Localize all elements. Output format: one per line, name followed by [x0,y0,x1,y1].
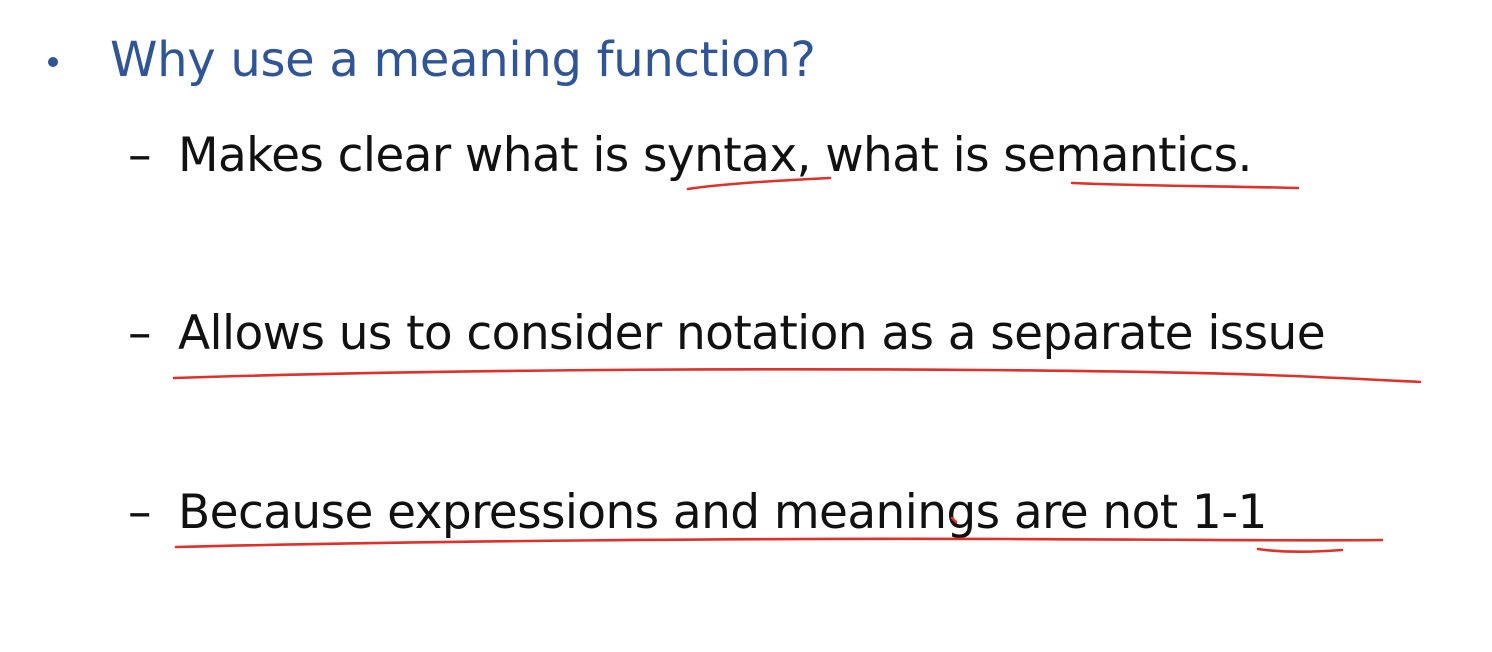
bullet-dot-icon [48,57,58,67]
sub-point-3: – Because expressions and meanings are n… [128,485,1267,540]
dash-marker: – [128,306,152,361]
sub-point-text: Because expressions and meanings are not… [178,485,1267,540]
underline-line-2 [172,367,1422,384]
slide-heading: Why use a meaning function? [110,32,816,88]
dash-marker: – [128,485,152,540]
slide: Why use a meaning function? – Makes clea… [0,0,1492,652]
sub-point-text: Makes clear what is syntax, what is sema… [178,128,1252,183]
underline-line-3 [174,537,1384,549]
sub-point-2: – Allows us to consider notation as a se… [128,306,1326,361]
dash-marker: – [128,128,152,183]
underline-semantics [1070,181,1300,190]
scribble-under-1-1 [1256,547,1344,554]
sub-point-text: Allows us to consider notation as a sepa… [178,306,1326,361]
heading-bullet-row: Why use a meaning function? [48,32,816,88]
sub-point-1: – Makes clear what is syntax, what is se… [128,128,1252,183]
